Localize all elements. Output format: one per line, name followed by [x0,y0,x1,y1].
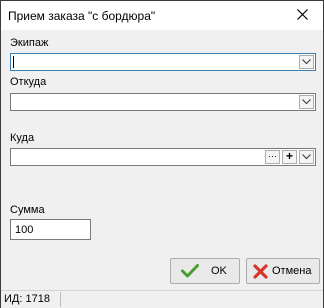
to-add-button[interactable]: + [282,150,297,164]
cancel-button[interactable]: Отмена [246,258,320,284]
sum-input[interactable]: 100 [10,219,91,240]
from-dropdown-button[interactable] [299,95,314,109]
crew-combobox[interactable] [10,53,316,71]
close-button[interactable] [283,1,323,30]
sum-label: Сумма [10,204,45,216]
dialog-window: Прием заказа "с бордюра" Экипаж Откуда К… [0,0,324,308]
close-icon [297,9,308,20]
to-more-button[interactable]: ··· [265,150,280,164]
to-label: Куда [10,132,35,144]
status-divider [60,292,61,307]
to-combobox[interactable]: ··· + [10,148,316,166]
sum-value: 100 [15,224,34,236]
status-bar: ИД: 1718 [1,290,323,308]
cancel-x-icon [253,264,268,279]
from-combobox[interactable] [10,93,316,111]
chevron-down-icon [302,154,311,160]
title-bar: Прием заказа "с бордюра" [1,1,323,30]
crew-label: Экипаж [10,37,49,49]
ok-button[interactable]: OK [170,258,240,284]
ok-label: OK [211,265,227,277]
to-dropdown-button[interactable] [299,150,314,164]
crew-dropdown-button[interactable] [299,55,314,69]
from-label: Откуда [10,76,47,88]
cancel-label: Отмена [272,265,312,277]
status-id: ИД: 1718 [4,293,50,305]
window-title: Прием заказа "с бордюра" [8,9,156,23]
checkmark-icon [181,264,199,278]
chevron-down-icon [302,59,311,65]
text-caret [13,56,14,68]
chevron-down-icon [302,99,311,105]
